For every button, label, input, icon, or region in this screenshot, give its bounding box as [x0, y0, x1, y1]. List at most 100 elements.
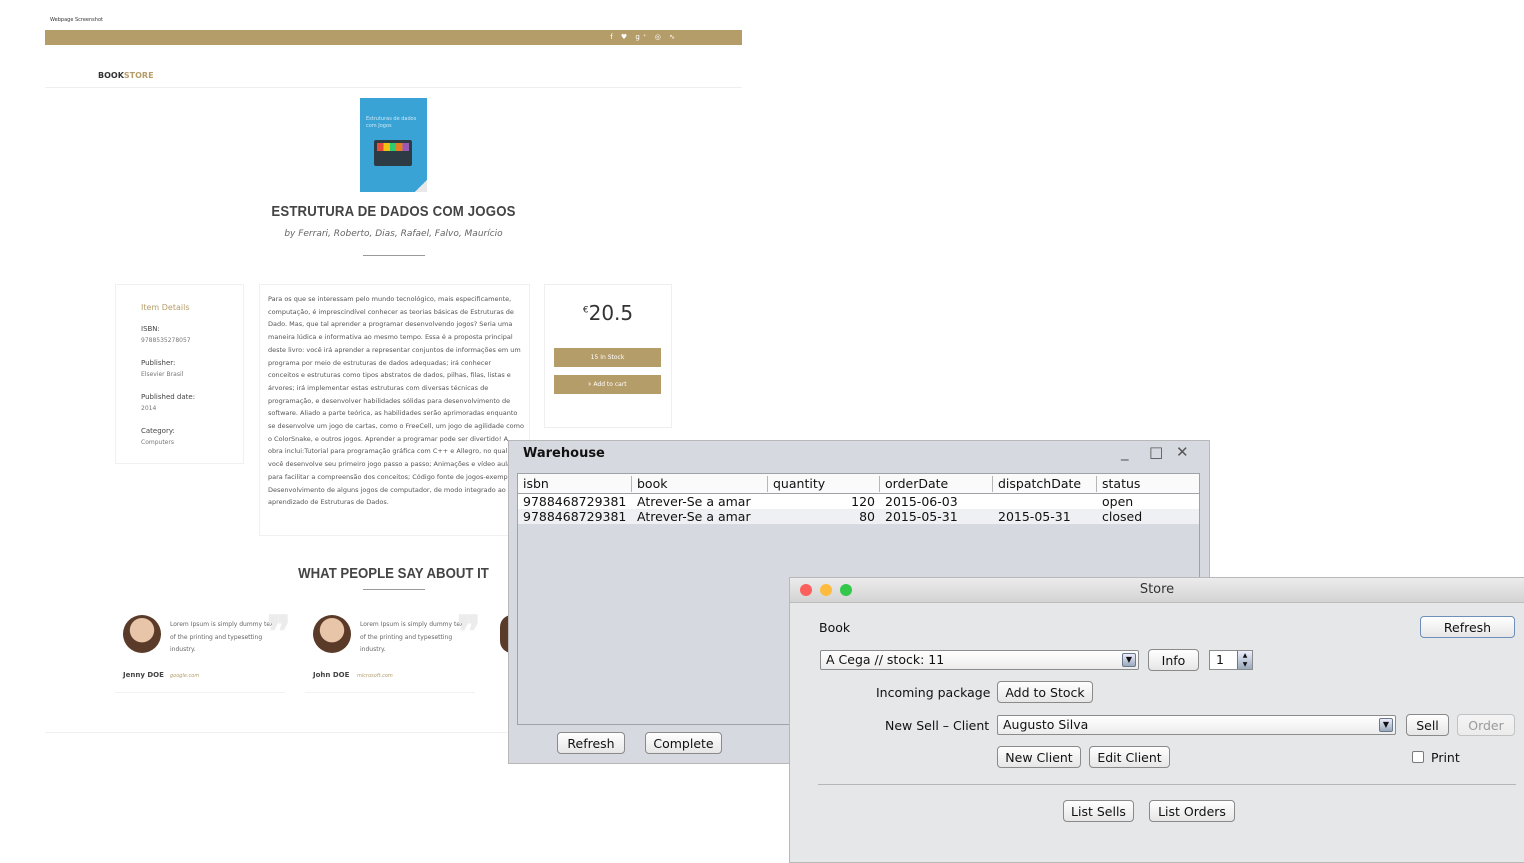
cell-book: Atrever-Se a amar	[637, 509, 751, 524]
edit-client-button[interactable]: Edit Client	[1089, 746, 1170, 768]
cover-page-curl	[415, 180, 427, 192]
print-checkbox[interactable]	[1412, 751, 1424, 763]
new-sell-client-label: New Sell – Client	[885, 718, 990, 733]
refresh-button[interactable]: Refresh	[557, 732, 625, 754]
column-header-status[interactable]: status	[1097, 476, 1199, 492]
list-sells-button[interactable]: List Sells	[1063, 800, 1134, 822]
divider	[818, 784, 1516, 785]
publisher-value: Elsevier Brasil	[141, 371, 184, 378]
cover-color-blocks	[377, 143, 409, 151]
social-icons[interactable]: f ♥ g⁺ ◎ ∿	[610, 33, 678, 41]
spinner-arrows-icon[interactable]: ▲ ▼	[1237, 651, 1252, 669]
stock-button[interactable]: 15 In Stock	[554, 348, 661, 367]
published-date-value: 2014	[141, 405, 157, 412]
purchase-panel: €20.5 15 In Stock ⊧ Add to cart	[544, 284, 672, 428]
quantity-value: 1	[1216, 652, 1224, 667]
publisher-label: Publisher:	[141, 359, 176, 367]
order-button[interactable]: Order	[1457, 714, 1515, 736]
column-header-dispatchdate[interactable]: dispatchDate	[993, 476, 1097, 492]
title-separator	[363, 255, 425, 256]
testimonials-separator	[363, 589, 425, 590]
price-value: 20.5	[588, 301, 634, 325]
sell-button[interactable]: Sell	[1406, 714, 1449, 736]
testimonial-card: Lorem Ipsum is simply dummy text of the …	[305, 607, 481, 695]
isbn-label: ISBN:	[141, 325, 160, 333]
close-icon[interactable]: ✕	[1176, 443, 1189, 461]
book-authors: by Ferrari, Roberto, Dias, Rafael, Falvo…	[284, 229, 503, 239]
new-client-button[interactable]: New Client	[997, 746, 1081, 768]
testimonial-site[interactable]: google.com	[170, 673, 199, 679]
add-to-cart-button[interactable]: ⊧ Add to cart	[554, 375, 661, 394]
testimonial-name: Jenny DOE	[123, 671, 164, 679]
cell-quantity: 120	[851, 494, 875, 509]
column-header-book[interactable]: book	[632, 476, 768, 492]
site-logo[interactable]: BOOKSTORE	[98, 71, 154, 80]
table-header: isbn book quantity orderDate dispatchDat…	[518, 474, 1199, 494]
item-details-panel: Item Details ISBN: 9788535278057 Publish…	[115, 284, 244, 464]
isbn-value: 9788535278057	[141, 337, 191, 344]
window-title: Warehouse	[523, 446, 605, 461]
minimize-icon[interactable]: _	[1121, 443, 1129, 461]
cell-orderdate: 2015-05-31	[885, 509, 958, 524]
book-cover-image: Estruturas de dados com Jogos	[360, 98, 427, 192]
logo-book: BOOK	[98, 71, 124, 80]
table-row[interactable]: 9788468729381 Atrever-Se a amar 120 2015…	[518, 494, 1199, 509]
price: €20.5	[545, 301, 671, 325]
title-bar[interactable]: Store	[790, 578, 1524, 603]
book-description-panel: Para os que se interessam pelo mundo tec…	[259, 284, 530, 536]
published-date-label: Published date:	[141, 393, 196, 401]
info-button[interactable]: Info	[1148, 649, 1199, 671]
book-select[interactable]: A Cega // stock: 11 ▼	[820, 650, 1139, 670]
book-title: ESTRUTURA DE DADOS COM JOGOS	[271, 203, 516, 220]
testimonial-card: Lorem Ipsum is simply dummy text of the …	[115, 607, 291, 695]
add-to-stock-button[interactable]: Add to Stock	[997, 681, 1093, 703]
cell-isbn: 9788468729381	[523, 494, 627, 509]
top-bar: f ♥ g⁺ ◎ ∿	[45, 30, 742, 45]
column-header-orderdate[interactable]: orderDate	[880, 476, 993, 492]
cell-book: Atrever-Se a amar	[637, 494, 751, 509]
column-header-quantity[interactable]: quantity	[768, 476, 880, 492]
minimize-icon[interactable]	[820, 584, 832, 596]
zoom-icon[interactable]	[840, 584, 852, 596]
chevron-down-icon[interactable]: ▼	[1122, 653, 1136, 667]
incoming-package-label: Incoming package	[876, 685, 991, 700]
logo-store: STORE	[123, 71, 154, 80]
table-row[interactable]: 9788468729381 Atrever-Se a amar 80 2015-…	[518, 509, 1199, 524]
refresh-button[interactable]: Refresh	[1420, 616, 1515, 638]
cell-quantity: 80	[859, 509, 875, 524]
column-header-isbn[interactable]: isbn	[518, 476, 632, 492]
quantity-stepper[interactable]: 1 ▲ ▼	[1209, 650, 1253, 670]
card-divider	[305, 692, 475, 693]
item-details-heading: Item Details	[141, 303, 190, 312]
book-select-value: A Cega // stock: 11	[826, 652, 945, 667]
print-label: Print	[1431, 750, 1460, 765]
list-orders-button[interactable]: List Orders	[1149, 800, 1235, 822]
category-label: Category:	[141, 427, 175, 435]
cell-orderdate: 2015-06-03	[885, 494, 958, 509]
store-window: Store Book Refresh A Cega // stock: 11 ▼…	[789, 577, 1524, 863]
cover-title: Estruturas de dados com Jogos	[366, 116, 417, 129]
quote-icon: ❞	[267, 607, 291, 658]
maximize-icon[interactable]: □	[1149, 443, 1163, 461]
testimonial-name: John DOE	[313, 671, 350, 679]
cell-isbn: 9788468729381	[523, 509, 627, 524]
testimonial-text: Lorem Ipsum is simply dummy text of the …	[360, 621, 466, 653]
client-select-value: Augusto Silva	[1003, 717, 1089, 732]
client-select[interactable]: Augusto Silva ▼	[997, 715, 1396, 735]
quote-icon: ❞	[457, 607, 481, 658]
avatar	[313, 615, 351, 653]
testimonial-text: Lorem Ipsum is simply dummy text of the …	[170, 621, 276, 653]
avatar	[123, 615, 161, 653]
close-icon[interactable]	[800, 584, 812, 596]
cell-status: open	[1102, 494, 1134, 509]
window-title: Store	[1139, 582, 1175, 597]
category-value: Computers	[141, 439, 174, 446]
cell-dispatchdate: 2015-05-31	[998, 509, 1071, 524]
card-divider	[115, 692, 285, 693]
nav-divider	[45, 87, 742, 88]
complete-button[interactable]: Complete	[645, 732, 722, 754]
book-label: Book	[819, 620, 851, 635]
chevron-down-icon[interactable]: ▼	[1379, 718, 1393, 732]
testimonial-site[interactable]: microsoft.com	[357, 673, 393, 679]
book-description: Para os que se interessam pelo mundo tec…	[268, 295, 524, 507]
